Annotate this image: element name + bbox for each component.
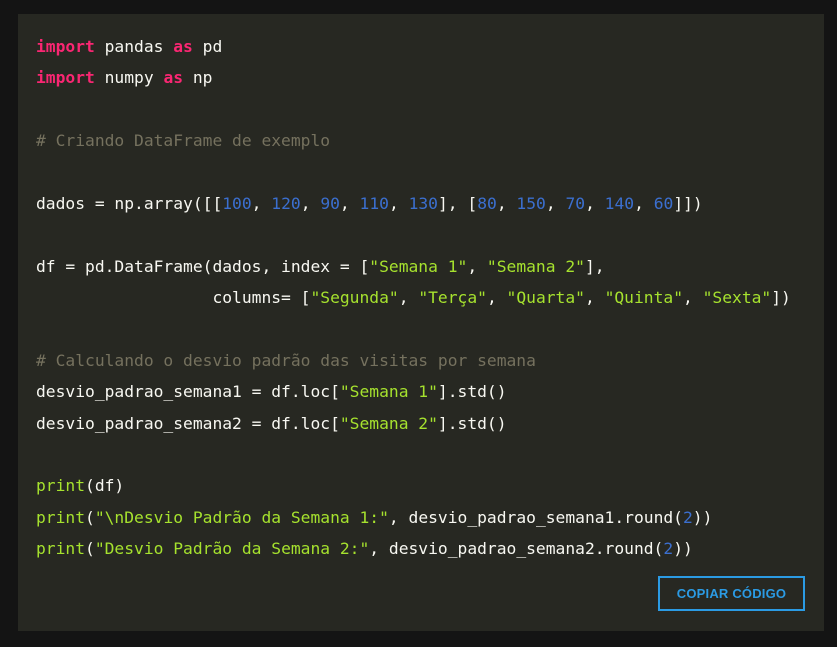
code-token: 140 — [604, 193, 635, 213]
code-token: np — [183, 68, 213, 88]
code-token: "Segunda" — [310, 288, 399, 308]
code-token: "Quarta" — [506, 288, 585, 308]
code-line: # Calculando o desvio padrão das visitas… — [36, 345, 791, 376]
code-token: , — [584, 288, 605, 308]
code-token: 70 — [565, 193, 586, 213]
code-token: , — [388, 193, 409, 213]
code-block-panel: import pandas as pd import numpy as np # … — [18, 14, 824, 631]
code-token: print — [36, 507, 86, 527]
code-token: ], [ — [437, 193, 478, 213]
code-token: 100 — [222, 193, 252, 213]
code-token: ].std() — [437, 413, 507, 433]
code-token: import — [36, 68, 95, 88]
code-token: , — [300, 193, 321, 213]
code-token: , — [251, 193, 272, 213]
code-token: "\nDesvio Padrão da Semana 1:" — [94, 507, 389, 527]
code-token: "Semana 1" — [339, 382, 438, 402]
code-token: ]]) — [673, 193, 703, 213]
code-line: import numpy as np — [36, 62, 791, 93]
code-token: )) — [692, 507, 713, 527]
code-token: as — [163, 68, 184, 88]
code-token: print — [36, 539, 86, 559]
code-token: 90 — [320, 193, 340, 213]
code-line: columns= ["Segunda", "Terça", "Quarta", … — [36, 282, 791, 313]
code-line: dados = np.array([[100, 120, 90, 110, 13… — [36, 188, 791, 219]
code-line: desvio_padrao_semana2 = df.loc["Semana 2… — [36, 408, 791, 439]
code-line: import pandas as pd — [36, 31, 791, 62]
code-token: "Semana 1" — [369, 256, 468, 276]
code-token: 130 — [408, 193, 438, 213]
code-token: 150 — [516, 193, 546, 213]
code-line: desvio_padrao_semana1 = df.loc["Semana 1… — [36, 376, 791, 407]
copy-code-button[interactable]: COPIAR CÓDIGO — [658, 576, 805, 611]
code-token: as — [173, 37, 193, 56]
code-token: df = pd.DataFrame(dados, index = [ — [36, 256, 370, 276]
code-token: "Quinta" — [604, 288, 683, 308]
code-token: 110 — [359, 193, 389, 213]
code-token: "Sexta" — [702, 288, 772, 308]
code-token: # Criando DataFrame de exemplo — [36, 131, 331, 151]
code-token: desvio_padrao_semana1 = df.loc[ — [36, 382, 340, 402]
code-token: , — [585, 193, 605, 213]
code-line: df = pd.DataFrame(dados, index = ["Seman… — [36, 251, 791, 282]
code-token: 60 — [653, 193, 674, 213]
code-line: print("Desvio Padrão da Semana 2:", desv… — [36, 533, 791, 564]
code-line: # Criando DataFrame de exemplo — [36, 125, 791, 156]
code-token: ], — [584, 256, 605, 276]
code-token: print — [36, 476, 86, 496]
code-token: import — [36, 37, 95, 56]
code-token: ( — [85, 507, 95, 527]
code-token: pandas — [94, 37, 174, 56]
code-token: , — [467, 256, 487, 276]
code-token: , — [634, 193, 654, 213]
code-token: 2 — [663, 539, 674, 559]
code-token: numpy — [94, 68, 164, 88]
code-token: , — [496, 193, 517, 213]
code-token: 2 — [682, 507, 693, 527]
code-line: print(df) — [36, 470, 791, 501]
code-block: import pandas as pd import numpy as np # … — [36, 31, 791, 565]
code-token: )) — [673, 539, 693, 559]
code-token: dados = np.array([[ — [36, 193, 223, 213]
code-token: columns= [ — [36, 288, 311, 308]
code-token: , desvio_padrao_semana2.round( — [369, 539, 664, 559]
code-token: (df) — [85, 476, 125, 496]
code-token: , — [339, 193, 360, 213]
code-token: , desvio_padrao_semana1.round( — [388, 507, 683, 527]
code-token: pd — [192, 37, 223, 56]
code-token: # Calculando o desvio padrão das visitas… — [36, 350, 536, 370]
code-token: "Semana 2" — [339, 413, 438, 433]
code-token: ]) — [771, 288, 791, 308]
code-line: print("\nDesvio Padrão da Semana 1:", de… — [36, 502, 791, 533]
code-token: 80 — [477, 193, 497, 213]
code-token: 120 — [271, 193, 301, 213]
code-token: desvio_padrao_semana2 = df.loc[ — [36, 413, 340, 433]
code-token: ].std() — [437, 382, 507, 402]
code-token: "Terça" — [418, 288, 487, 308]
code-token: "Desvio Padrão da Semana 2:" — [94, 539, 370, 559]
code-token: "Semana 2" — [486, 256, 585, 276]
code-token: , — [545, 193, 566, 213]
code-token: , — [486, 288, 507, 308]
code-token: , — [683, 288, 703, 308]
code-token: , — [398, 288, 419, 308]
code-token: ( — [85, 539, 95, 559]
